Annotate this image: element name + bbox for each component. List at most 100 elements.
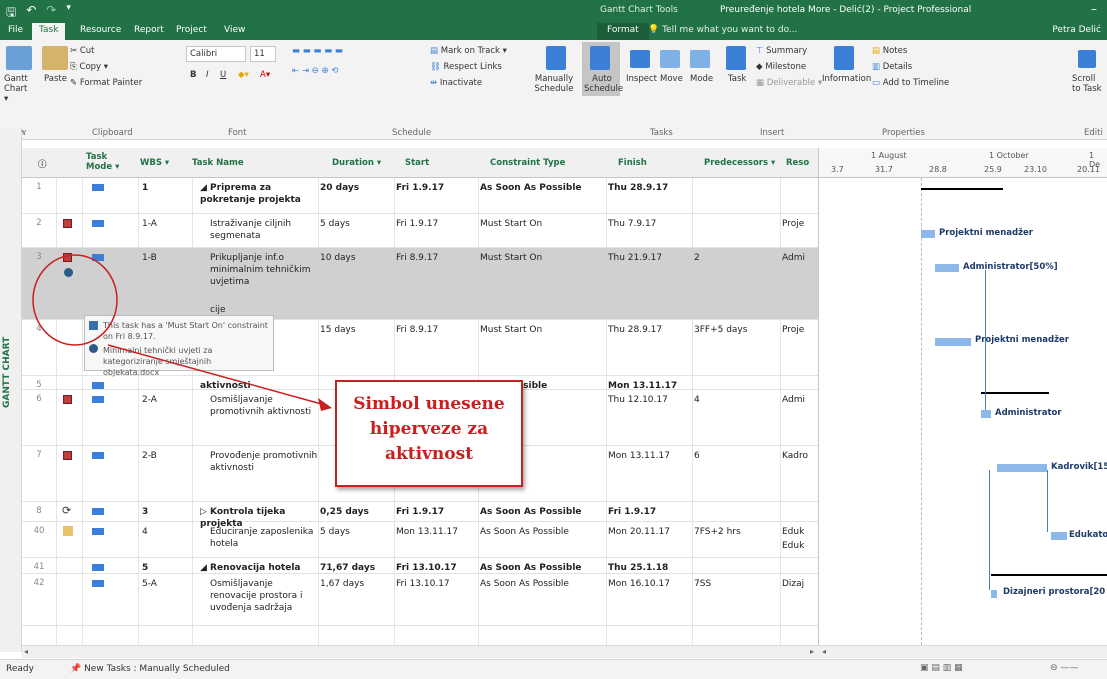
start-column-header[interactable]: Start [405, 158, 429, 168]
finish-cell[interactable]: Fri 1.9.17 [608, 506, 656, 518]
task-name-column-header[interactable]: Task Name [192, 158, 244, 168]
indent-outdent-icons[interactable]: ⇤ ⇥ ⊖ ⊕ ⟲ [292, 66, 338, 76]
task-name-cell[interactable]: Istraživanje ciljnih segmenata [210, 218, 322, 242]
scroll-left-icon[interactable]: ◂ [24, 647, 28, 656]
finish-cell[interactable]: Mon 13.11.17 [608, 450, 670, 462]
wbs-column-header[interactable]: WBS ▾ [140, 158, 169, 168]
finish-cell[interactable]: Thu 7.9.17 [608, 218, 656, 230]
wbs-cell[interactable]: 1 [142, 182, 148, 194]
task-name-cell[interactable]: Osmišljavanje promotivnih aktivnosti [210, 394, 322, 418]
auto-scheduled-icon[interactable] [92, 220, 104, 227]
task-name-cell[interactable]: ◢ Renovacija hotela [200, 562, 312, 574]
row-number[interactable]: 41 [22, 562, 56, 572]
tab-format[interactable]: Format [597, 23, 649, 40]
scroll-right-icon[interactable]: ▸ [810, 647, 814, 656]
start-cell[interactable]: Fri 1.9.17 [396, 182, 444, 194]
table-row[interactable]: 41 5 ◢ Renovacija hotela 71,67 days Fri 13.1… [22, 558, 818, 574]
task-name-cell[interactable]: Osmišljavanje renovacije prostora i uvođ… [210, 578, 322, 614]
respect-links-button[interactable]: ⛓ Respect Links [430, 62, 502, 72]
inspect-button[interactable]: Inspect [626, 74, 657, 84]
constraint-cell[interactable]: As Soon As Possible [480, 506, 582, 518]
mode-icon[interactable] [690, 50, 710, 68]
constraint-type-column-header[interactable]: Constraint Type [490, 158, 565, 168]
resource-cell[interactable]: Admi [782, 252, 805, 264]
gantt-scroll-left-icon[interactable]: ◂ [822, 647, 826, 656]
predecessors-cell[interactable]: 7FS+2 hrs [694, 526, 741, 538]
constraint-indicator-icon[interactable] [63, 219, 72, 228]
format-painter-button[interactable]: ✎ Format Painter [70, 78, 142, 88]
row-number[interactable]: 8 [22, 506, 56, 516]
predecessors-cell[interactable]: 3FF+5 days [694, 324, 747, 336]
highlight-icon[interactable]: ◆▾ [238, 70, 249, 80]
finish-cell[interactable]: Thu 28.9.17 [608, 324, 662, 336]
copy-button[interactable]: ⎘ Copy ▾ [70, 62, 108, 72]
constraint-cell[interactable]: Must Start On [480, 218, 542, 230]
row-number[interactable]: 3 [22, 252, 56, 262]
wbs-cell[interactable]: 3 [142, 506, 148, 518]
add-to-timeline-button[interactable]: ▭ Add to Timeline [872, 78, 949, 88]
resource-cell[interactable]: Kadro [782, 450, 808, 462]
task-name-cell[interactable]: Provođenje promotivnih aktivnosti [210, 450, 322, 474]
task-bar-r3[interactable] [935, 264, 959, 272]
move-icon[interactable] [660, 50, 680, 68]
auto-scheduled-icon[interactable] [92, 396, 104, 403]
resource-column-header[interactable]: Reso [786, 158, 809, 168]
recurring-indicator-icon[interactable]: ⟳ [62, 504, 71, 517]
undo-icon[interactable]: ↶ [26, 3, 36, 24]
constraint-cell[interactable]: Must Start On [480, 324, 542, 336]
table-horizontal-scrollbar[interactable]: ◂ ▸ [22, 645, 818, 658]
task-name-cell[interactable]: Educiranje zaposlenika hotela [210, 526, 322, 550]
customize-qat-icon[interactable]: ▾ [66, 3, 71, 24]
duration-cell[interactable]: 5 days [320, 526, 350, 538]
wbs-cell[interactable]: 5 [142, 562, 148, 574]
duration-cell[interactable]: 10 days [320, 252, 356, 264]
tab-resource[interactable]: Resource [80, 25, 121, 35]
task-bar-r2[interactable] [921, 230, 935, 238]
wbs-cell[interactable]: 1-B [142, 252, 157, 264]
row-number[interactable]: 7 [22, 450, 56, 460]
view-shortcut-icons[interactable]: ▣ ▤ ▥ ▦ [920, 663, 963, 673]
task-mode-column-header[interactable]: Task Mode ▾ [86, 152, 130, 172]
percent-complete-icons[interactable]: ▬ ▬ ▬ ▬ ▬ [292, 46, 343, 56]
manually-schedule-button[interactable]: Manually Schedule [530, 74, 578, 94]
wbs-cell[interactable]: 2-B [142, 450, 157, 462]
start-cell[interactable]: Fri 13.10.17 [396, 578, 450, 590]
tab-task[interactable]: Task [32, 23, 66, 40]
auto-scheduled-icon[interactable] [92, 564, 104, 571]
predecessors-cell[interactable]: 7SS [694, 578, 711, 590]
auto-scheduled-icon[interactable] [92, 452, 104, 459]
resource-cell[interactable]: Eduk [782, 540, 804, 552]
task-bar-r7[interactable] [997, 464, 1047, 472]
duration-cell[interactable]: 20 days [320, 182, 359, 194]
task-name-cell[interactable]: ◢ Priprema za pokretanje projekta [200, 182, 312, 206]
italic-button[interactable]: I [206, 70, 209, 80]
constraint-cell[interactable]: As Soon As Possible [480, 526, 569, 538]
gantt-horizontal-scrollbar[interactable]: ◂ [818, 645, 1107, 658]
redo-icon[interactable]: ↷ [46, 3, 56, 24]
row-number[interactable]: 42 [22, 578, 56, 588]
underline-button[interactable]: U [220, 70, 226, 80]
user-name[interactable]: Petra Delić [1052, 25, 1101, 35]
auto-scheduled-icon[interactable] [92, 184, 104, 191]
finish-cell[interactable]: Mon 20.11.17 [608, 526, 670, 538]
constraint-cell[interactable]: As Soon As Possible [480, 562, 582, 574]
resource-cell[interactable]: Eduk [782, 526, 804, 538]
gantt-chart-button[interactable]: Gantt Chart ▾ [4, 74, 34, 104]
table-row[interactable]: 1 1 ◢ Priprema za pokretanje projekta 20 da… [22, 178, 818, 214]
hyperlink-indicator-icon[interactable] [64, 268, 73, 277]
tab-report[interactable]: Report [134, 25, 164, 35]
duration-cell[interactable]: 0,25 days [320, 506, 369, 518]
constraint-cell[interactable]: Must Start On [480, 252, 542, 264]
auto-scheduled-icon[interactable] [92, 508, 104, 515]
auto-scheduled-icon[interactable] [92, 254, 104, 261]
tab-view[interactable]: View [224, 25, 245, 35]
start-cell[interactable]: Fri 1.9.17 [396, 218, 438, 230]
information-icon[interactable] [834, 46, 854, 70]
wbs-cell[interactable]: 4 [142, 526, 148, 538]
row-number[interactable]: 5 [22, 380, 56, 390]
deliverable-button[interactable]: ▦ Deliverable ▾ [756, 78, 822, 88]
resource-cell[interactable]: Admi [782, 394, 805, 406]
constraint-cell[interactable]: As Soon As Possible [480, 578, 569, 590]
inspect-icon[interactable] [630, 50, 650, 68]
auto-scheduled-icon[interactable] [92, 382, 104, 389]
